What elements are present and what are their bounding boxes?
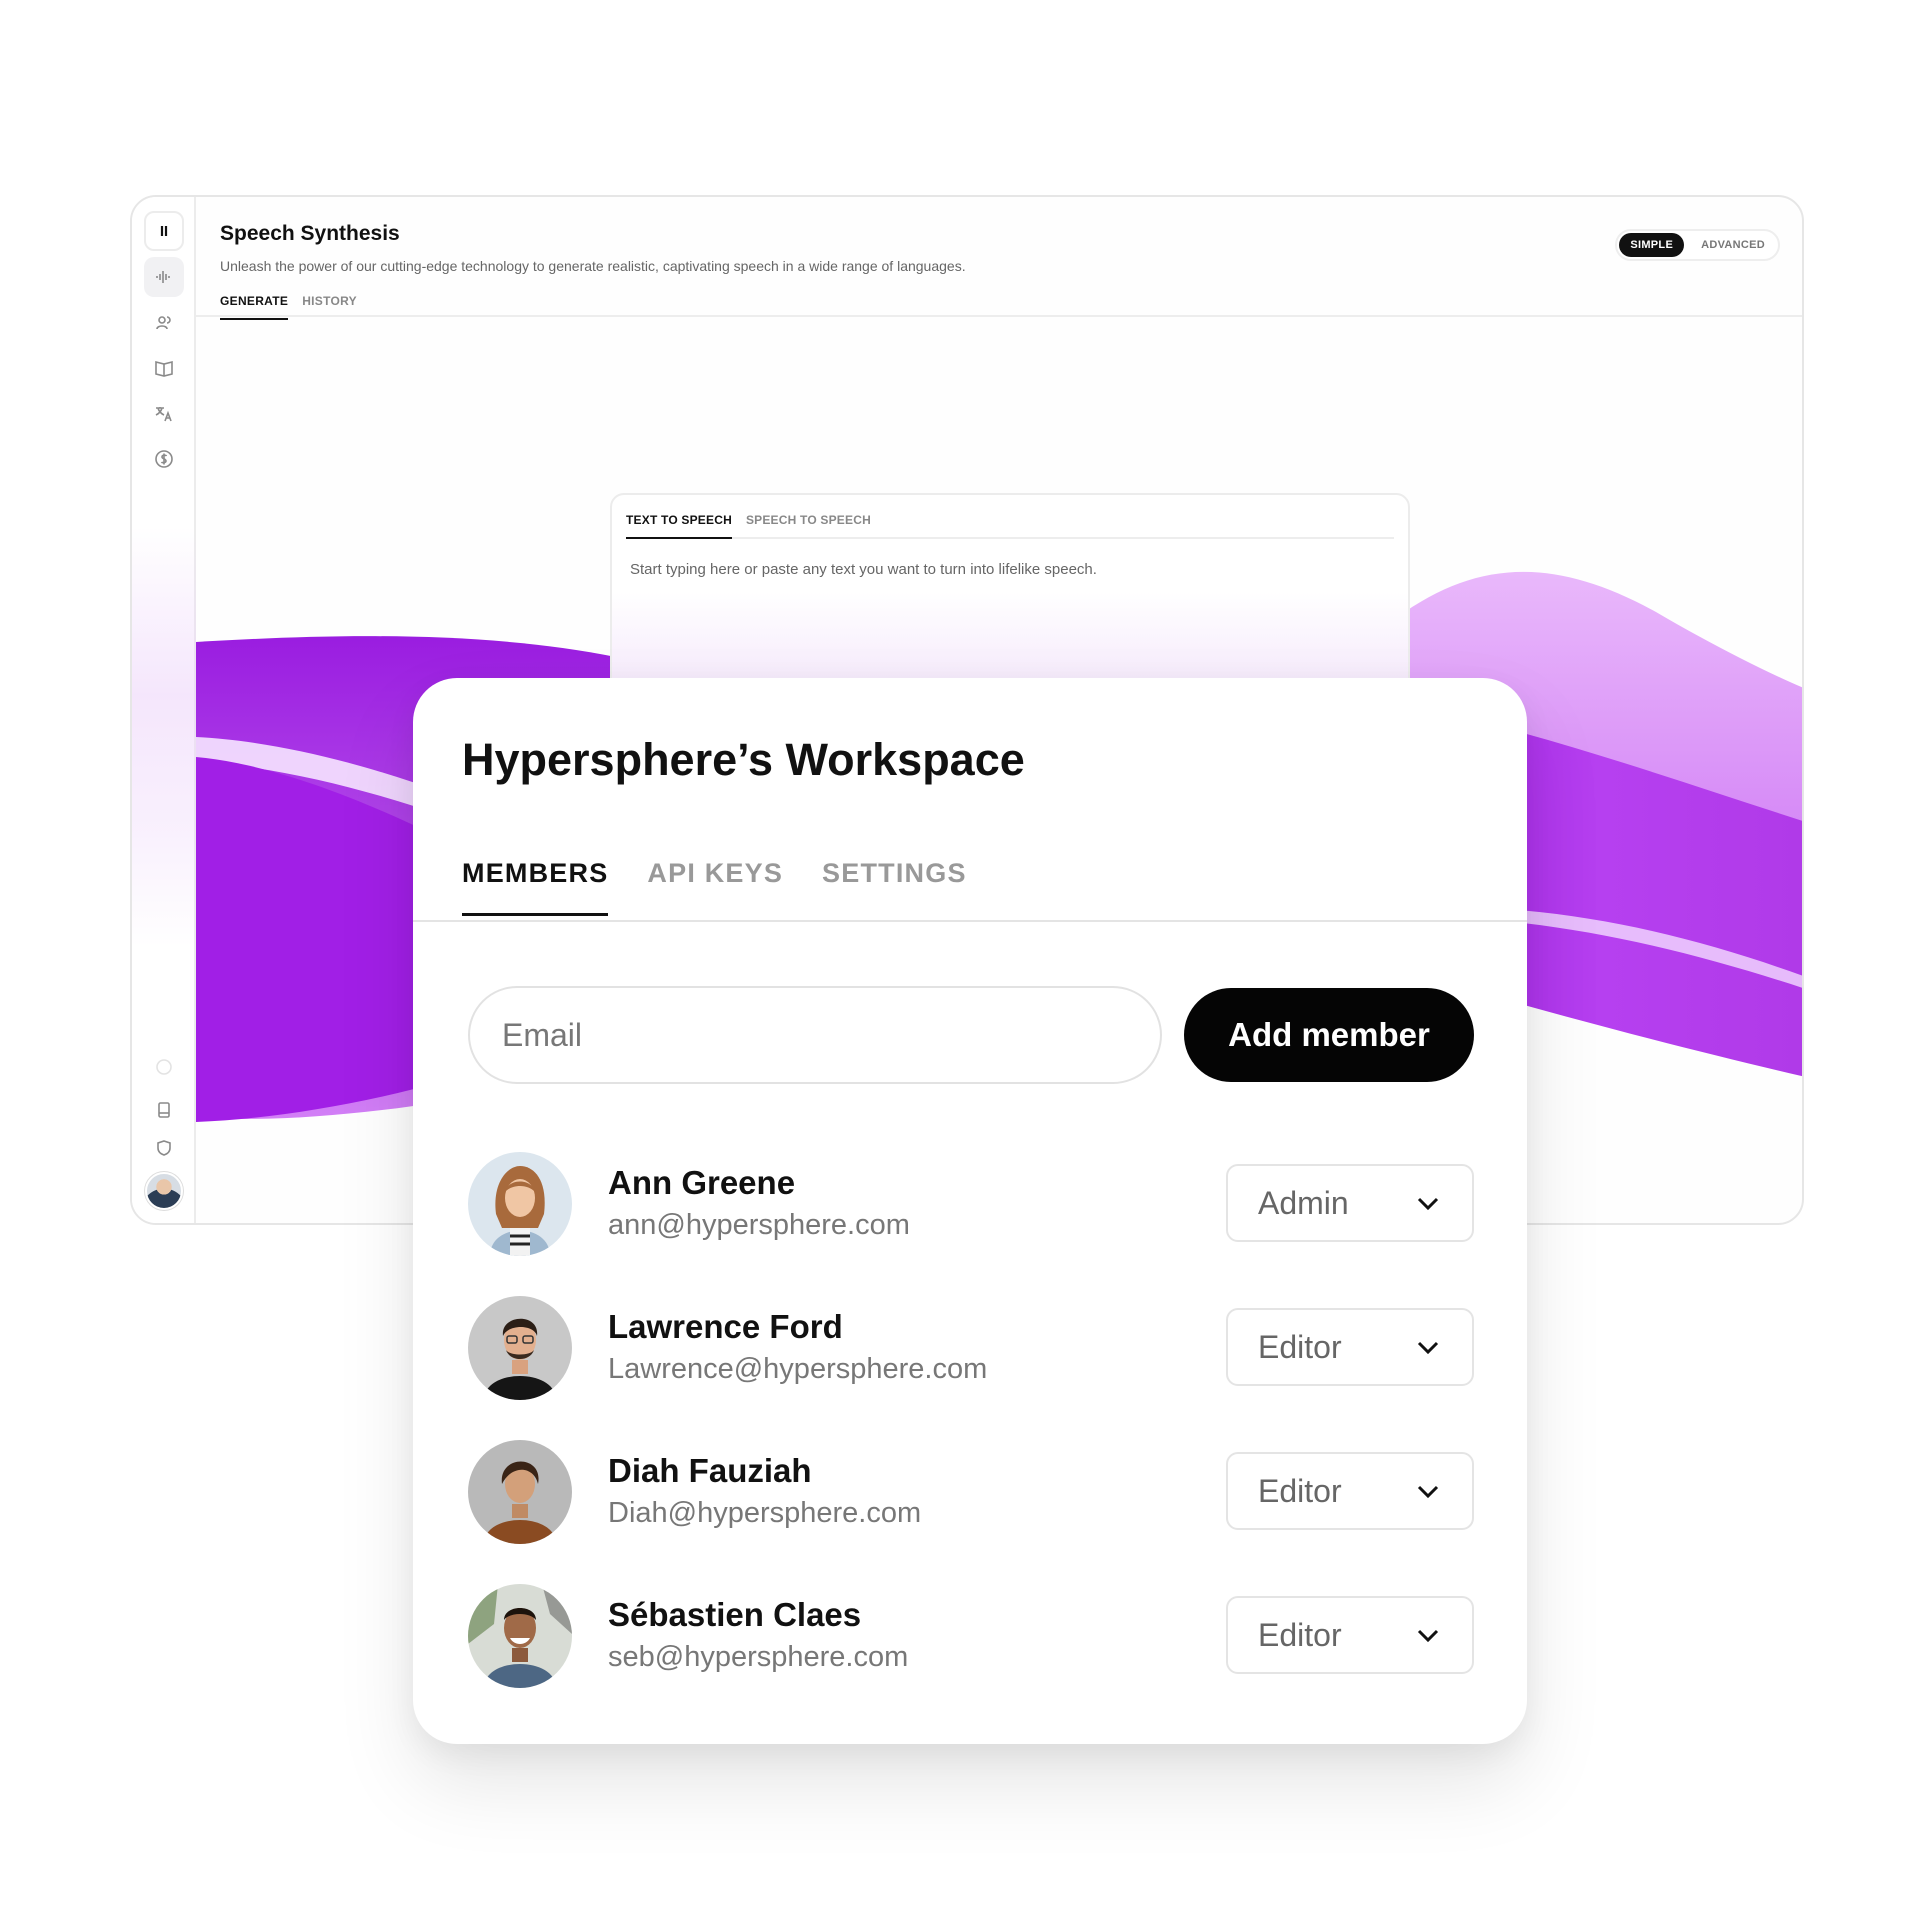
shield-icon[interactable] xyxy=(144,1128,184,1168)
sidebar xyxy=(132,197,196,1223)
circle-icon xyxy=(144,1047,184,1087)
tab-api-keys[interactable]: API KEYS xyxy=(647,858,783,916)
waveform-icon[interactable] xyxy=(144,257,184,297)
mode-simple-button[interactable]: SIMPLE xyxy=(1619,233,1685,257)
document-icon[interactable] xyxy=(144,1090,184,1130)
translate-icon[interactable] xyxy=(144,394,184,434)
role-select[interactable]: Editor xyxy=(1226,1452,1474,1530)
mode-toggle: SIMPLE ADVANCED xyxy=(1615,229,1780,261)
member-email: Diah@hypersphere.com xyxy=(608,1497,922,1529)
tab-text-to-speech[interactable]: TEXT TO SPEECH xyxy=(626,513,732,539)
avatar xyxy=(468,1584,572,1688)
chevron-down-icon xyxy=(1417,1485,1439,1499)
role-select[interactable]: Admin xyxy=(1226,1164,1474,1242)
tts-tabs: TEXT TO SPEECH SPEECH TO SPEECH xyxy=(626,513,1394,539)
member-row: Lawrence Ford Lawrence@hypersphere.com E… xyxy=(468,1296,1474,1400)
role-value: Editor xyxy=(1258,1328,1342,1365)
chevron-down-icon xyxy=(1417,1629,1439,1643)
chevron-down-icon xyxy=(1417,1197,1439,1211)
tab-members[interactable]: MEMBERS xyxy=(462,858,609,916)
book-icon[interactable] xyxy=(144,348,184,388)
app-header: Speech Synthesis Unleash the power of ou… xyxy=(220,222,1802,320)
member-email: Lawrence@hypersphere.com xyxy=(608,1353,988,1385)
avatar xyxy=(468,1152,572,1256)
user-avatar[interactable] xyxy=(145,1172,183,1210)
workspace-title: Hypersphere’s Workspace xyxy=(462,734,1025,785)
mode-advanced-button[interactable]: ADVANCED xyxy=(1690,233,1776,257)
member-name: Lawrence Ford xyxy=(608,1308,843,1345)
member-row: Diah Fauziah Diah@hypersphere.com Editor xyxy=(468,1440,1474,1544)
member-name: Ann Greene xyxy=(608,1164,796,1201)
role-value: Editor xyxy=(1258,1472,1342,1509)
tab-settings[interactable]: SETTINGS xyxy=(822,858,967,916)
avatar xyxy=(468,1440,572,1544)
role-select[interactable]: Editor xyxy=(1226,1596,1474,1674)
role-select[interactable]: Editor xyxy=(1226,1308,1474,1386)
role-value: Admin xyxy=(1258,1184,1349,1221)
member-email: seb@hypersphere.com xyxy=(608,1641,909,1673)
member-name: Diah Fauziah xyxy=(608,1452,812,1489)
page-title: Speech Synthesis xyxy=(220,222,400,245)
pause-icon[interactable] xyxy=(144,211,184,251)
users-icon[interactable] xyxy=(144,303,184,343)
header-divider xyxy=(196,315,1802,317)
role-value: Editor xyxy=(1258,1616,1342,1653)
add-member-button[interactable]: Add member xyxy=(1184,988,1474,1082)
email-input[interactable] xyxy=(468,986,1162,1084)
dollar-icon[interactable] xyxy=(144,439,184,479)
avatar xyxy=(468,1296,572,1400)
tab-speech-to-speech[interactable]: SPEECH TO SPEECH xyxy=(746,513,871,537)
workspace-card: Hypersphere’s Workspace MEMBERS API KEYS… xyxy=(413,678,1527,1744)
tabs-divider xyxy=(413,920,1527,922)
member-row: Ann Greene ann@hypersphere.com Admin xyxy=(468,1152,1474,1256)
page-subtitle: Unleash the power of our cutting-edge te… xyxy=(220,258,966,274)
member-email: ann@hypersphere.com xyxy=(608,1209,910,1241)
member-name: Sébastien Claes xyxy=(608,1596,862,1633)
tts-text-area[interactable]: Start typing here or paste any text you … xyxy=(630,561,1408,578)
workspace-tabs: MEMBERS API KEYS SETTINGS xyxy=(462,858,967,916)
chevron-down-icon xyxy=(1417,1341,1439,1355)
member-row: Sébastien Claes seb@hypersphere.com Edit… xyxy=(468,1584,1474,1688)
